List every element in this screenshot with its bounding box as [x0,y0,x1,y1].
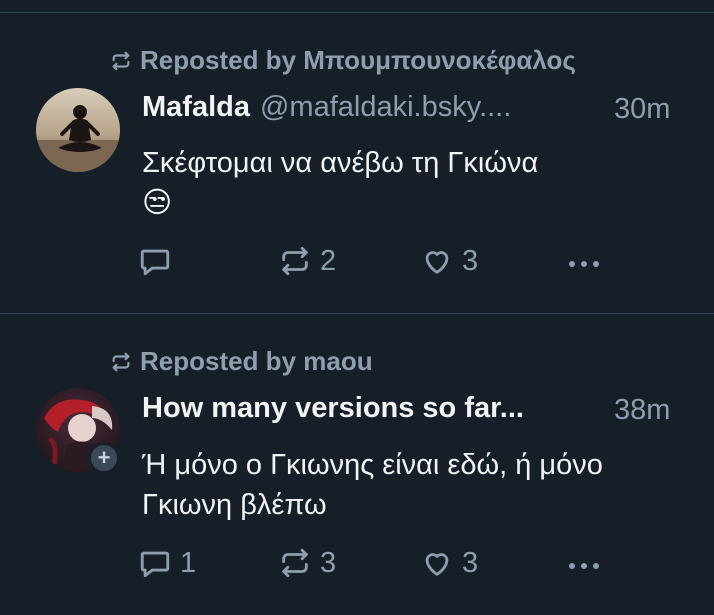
post-text: Ή μόνο ο Γκιωνης είναι εδώ, ή μόνο Γκιων… [142,449,603,521]
like-count: 3 [462,546,479,579]
like-button[interactable]: 3 [420,546,478,580]
feed-post[interactable]: Reposted by Μπουμπουνοκέφαλος Mafalda @m… [0,13,714,313]
post-body: Σκέφτομαι να ανέβω τη Γκιώνα [142,147,539,179]
repost-count: 3 [320,546,337,579]
heart-icon [425,553,449,576]
repost-label: Reposted by maou [140,346,373,376]
repost-icon [282,548,308,578]
follow-button[interactable]: + [88,442,120,474]
post-timestamp[interactable]: 38m [614,394,670,427]
repost-indicator[interactable]: Reposted by maou [110,346,373,377]
post-header: How many versions so far... [142,392,534,425]
more-dots-icon [569,563,599,569]
post-actions: 2 3 [138,244,599,284]
reply-count: 1 [180,546,197,579]
post-actions: 1 3 3 [138,546,599,586]
repost-count: 2 [320,244,337,277]
repost-icon [112,51,130,70]
post-header: Mafalda @mafaldaki.bsky.... [142,91,511,124]
repost-button[interactable]: 3 [278,546,336,580]
more-options-button[interactable] [564,554,604,583]
repost-button[interactable]: 2 [278,244,336,278]
more-options-button[interactable] [564,252,604,281]
reply-icon [140,249,170,276]
reply-button[interactable] [138,244,180,278]
more-dots-icon [569,261,599,267]
post-text: Σκέφτομαι να ανέβω τη Γκιώνα 😒 [142,143,682,223]
like-count: 3 [462,244,479,277]
repost-indicator[interactable]: Reposted by Μπουμπουνοκέφαλος [110,45,576,76]
feed-post[interactable]: Reposted by maou + How many versions so … [0,314,714,615]
author-name[interactable]: Mafalda [142,91,250,124]
repost-label: Reposted by Μπουμπουνοκέφαλος [140,45,576,75]
emoji-icon: 😒 [142,187,173,219]
avatar[interactable] [36,88,120,172]
reply-button[interactable]: 1 [138,546,196,580]
reply-icon [140,551,170,578]
author-handle[interactable]: @mafaldaki.bsky.... [260,91,511,124]
like-button[interactable]: 3 [420,244,478,278]
plus-icon: + [97,445,111,470]
post-timestamp[interactable]: 30m [614,93,670,126]
repost-icon [112,352,130,371]
repost-icon [282,246,308,276]
heart-icon [425,251,449,274]
author-name[interactable]: How many versions so far... [142,392,524,425]
